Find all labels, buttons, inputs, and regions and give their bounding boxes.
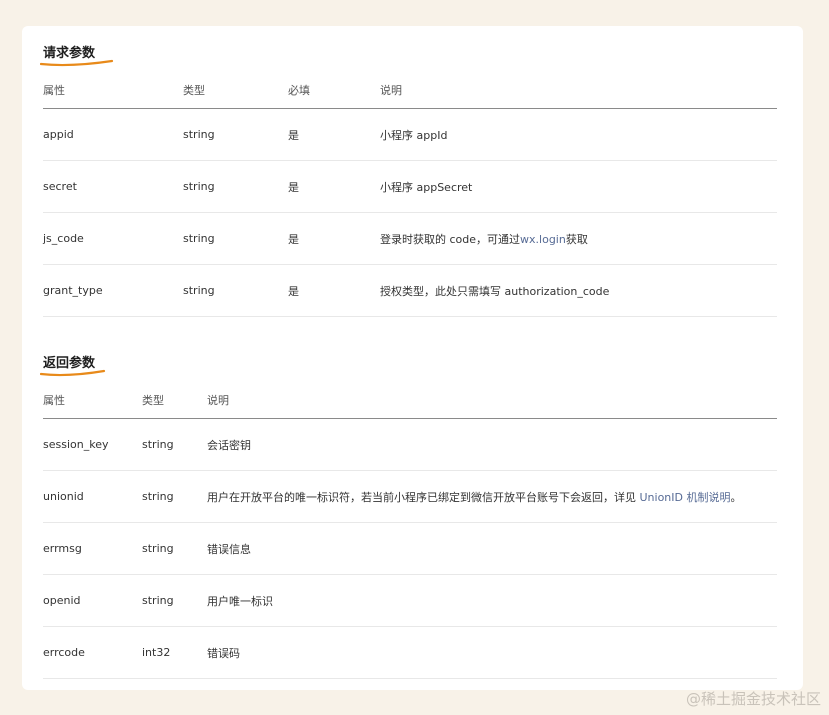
param-description: 小程序 appSecret bbox=[380, 160, 777, 213]
column-header-property: 属性 bbox=[43, 72, 183, 109]
param-type: string bbox=[183, 160, 288, 213]
column-header-type: 类型 bbox=[183, 72, 288, 109]
table-row: errcode int32 错误码 bbox=[43, 626, 777, 679]
param-name: js_code bbox=[43, 212, 183, 265]
param-description: 会话密钥 bbox=[207, 418, 777, 471]
param-type: string bbox=[183, 212, 288, 265]
param-type: string bbox=[142, 574, 207, 627]
response-title-underline bbox=[40, 369, 106, 377]
response-params-table: 属性 类型 说明 session_key string 会话密钥 unionid… bbox=[43, 382, 777, 679]
doc-card: 请求参数 属性 类型 必填 说明 appid string 是 小程序 appI… bbox=[22, 26, 803, 690]
param-description: 用户唯一标识 bbox=[207, 574, 777, 627]
request-params-table: 属性 类型 必填 说明 appid string 是 小程序 appId sec… bbox=[43, 72, 777, 317]
param-required: 是 bbox=[288, 212, 380, 265]
table-row: unionid string 用户在开放平台的唯一标识符，若当前小程序已绑定到微… bbox=[43, 470, 777, 523]
column-header-property: 属性 bbox=[43, 382, 142, 419]
table-row: appid string 是 小程序 appId bbox=[43, 108, 777, 161]
param-type: string bbox=[183, 264, 288, 317]
param-name: appid bbox=[43, 108, 183, 161]
description-text-suffix: 获取 bbox=[565, 232, 588, 246]
param-description: 登录时获取的 code，可通过wx.login获取 bbox=[380, 212, 777, 265]
description-text: 用户在开放平台的唯一标识符，若当前小程序已绑定到微信开放平台账号下会返回，详见 bbox=[207, 490, 640, 504]
param-description: 错误信息 bbox=[207, 522, 777, 575]
description-text-suffix: 。 bbox=[730, 490, 742, 504]
table-row: openid string 用户唯一标识 bbox=[43, 574, 777, 627]
param-name: errmsg bbox=[43, 522, 142, 575]
column-header-description: 说明 bbox=[380, 72, 777, 109]
param-type: string bbox=[142, 418, 207, 471]
param-name: secret bbox=[43, 160, 183, 213]
wx-login-link[interactable]: wx.login bbox=[520, 233, 566, 246]
param-name: unionid bbox=[43, 470, 142, 523]
param-required: 是 bbox=[288, 160, 380, 213]
param-description: 授权类型，此处只需填写 authorization_code bbox=[380, 264, 777, 317]
table-row: secret string 是 小程序 appSecret bbox=[43, 160, 777, 213]
unionid-doc-link[interactable]: UnionID 机制说明 bbox=[640, 491, 731, 504]
param-required: 是 bbox=[288, 108, 380, 161]
param-description: 错误码 bbox=[207, 626, 777, 679]
table-header-row: 属性 类型 说明 bbox=[43, 382, 777, 419]
param-description: 用户在开放平台的唯一标识符，若当前小程序已绑定到微信开放平台账号下会返回，详见 … bbox=[207, 470, 777, 523]
param-type: string bbox=[142, 470, 207, 523]
table-row: js_code string 是 登录时获取的 code，可通过wx.login… bbox=[43, 212, 777, 265]
param-name: openid bbox=[43, 574, 142, 627]
watermark: @稀土掘金技术社区 bbox=[685, 690, 821, 708]
table-row: grant_type string 是 授权类型，此处只需填写 authoriz… bbox=[43, 264, 777, 317]
column-header-type: 类型 bbox=[142, 382, 207, 419]
description-text: 登录时获取的 code，可通过 bbox=[380, 232, 521, 246]
param-type: string bbox=[142, 522, 207, 575]
table-row: session_key string 会话密钥 bbox=[43, 418, 777, 471]
param-name: errcode bbox=[43, 626, 142, 679]
param-name: session_key bbox=[43, 418, 142, 471]
param-description: 小程序 appId bbox=[380, 108, 777, 161]
column-header-description: 说明 bbox=[207, 382, 777, 419]
table-header-row: 属性 类型 必填 说明 bbox=[43, 72, 777, 109]
request-title-underline bbox=[40, 59, 114, 67]
param-required: 是 bbox=[288, 264, 380, 317]
param-type: int32 bbox=[142, 626, 207, 679]
column-header-required: 必填 bbox=[288, 72, 380, 109]
param-type: string bbox=[183, 108, 288, 161]
param-name: grant_type bbox=[43, 264, 183, 317]
table-row: errmsg string 错误信息 bbox=[43, 522, 777, 575]
